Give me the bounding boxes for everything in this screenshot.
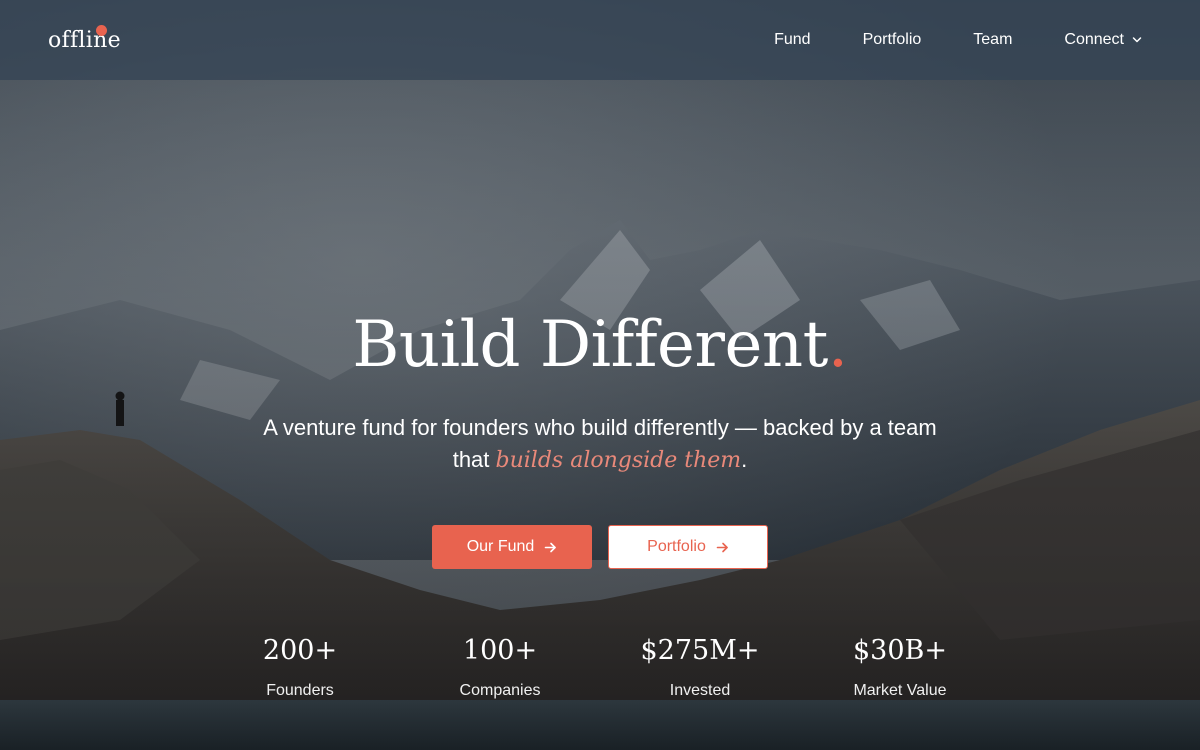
logo[interactable]: offline — [48, 24, 121, 53]
nav-item-label: Fund — [774, 31, 811, 48]
logo-text: offline — [48, 27, 121, 53]
stat-value: 200+ — [262, 635, 338, 666]
main-nav: Fund Portfolio Team Connect — [774, 31, 1142, 49]
portfolio-button[interactable]: Portfolio — [608, 525, 768, 569]
hero-subtitle: A venture fund for founders who build di… — [200, 412, 1000, 477]
stat-label: Invested — [669, 682, 731, 699]
logo-dot-icon — [96, 24, 107, 36]
hero-buttons: Our Fund Portfolio — [0, 525, 1200, 569]
hero-title-text: Build Different — [352, 308, 828, 382]
nav-item-label: Portfolio — [862, 31, 922, 48]
stat-invested: $275M+ Invested — [600, 635, 800, 700]
nav-item-team[interactable]: Team — [973, 31, 1012, 49]
hero-subtitle-suffix: . — [741, 447, 748, 472]
nav-item-portfolio[interactable]: Portfolio — [863, 31, 922, 49]
arrow-right-icon — [716, 542, 728, 552]
hero-subtitle-prefix: that — [452, 447, 496, 472]
stat-label: Founders — [266, 682, 334, 699]
hero-title-dot: . — [827, 308, 848, 382]
stat-label: Market Value — [853, 682, 947, 699]
nav-item-label: Connect — [1064, 31, 1124, 48]
page: offline Fund Portfolio Team Connect Buil… — [0, 0, 1200, 750]
stat-value: $275M+ — [640, 635, 760, 666]
nav-item-fund[interactable]: Fund — [774, 31, 810, 49]
hero-subtitle-highlight: builds alongside them — [495, 448, 742, 473]
arrow-right-icon — [544, 542, 557, 552]
hero-title: Build Different. — [0, 308, 1200, 382]
stat-label: Companies — [459, 682, 541, 699]
site-header: offline Fund Portfolio Team Connect — [0, 0, 1200, 80]
chevron-down-icon — [1132, 37, 1142, 43]
stat-value: 100+ — [462, 635, 538, 666]
our-fund-button[interactable]: Our Fund — [432, 525, 592, 569]
stats-row: 200+ Founders 100+ Companies $275M+ Inve… — [200, 635, 1000, 700]
nav-item-label: Team — [973, 31, 1013, 48]
stat-companies: 100+ Companies — [400, 635, 600, 700]
our-fund-button-label: Our Fund — [466, 538, 535, 555]
stat-founders: 200+ Founders — [200, 635, 400, 700]
stat-market-value: $30B+ Market Value — [800, 635, 1000, 700]
portfolio-button-label: Portfolio — [647, 538, 706, 555]
nav-item-connect[interactable]: Connect — [1064, 31, 1142, 49]
stat-value: $30B+ — [853, 635, 947, 666]
hero-section: Build Different. A venture fund for foun… — [0, 80, 1200, 750]
hero-subtitle-line1: A venture fund for founders who build di… — [263, 415, 937, 440]
